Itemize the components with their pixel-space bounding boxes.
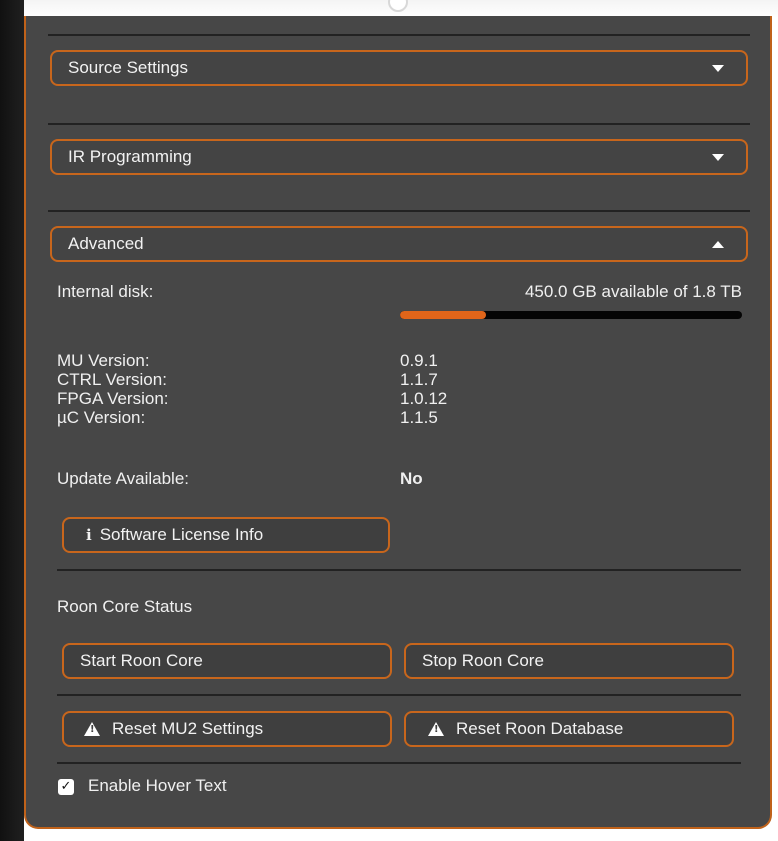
version-label: FPGA Version: [57,389,169,408]
disk-summary: 450.0 GB available of 1.8 TB [524,282,742,301]
disk-usage-bar [400,311,742,319]
divider [48,210,750,212]
hover-text-label[interactable]: Enable Hover Text [88,776,227,796]
update-label: Update Available: [57,469,190,488]
version-label: MU Version: [57,351,150,370]
advanced-toggle[interactable]: Advanced [50,226,748,262]
version-value: 1.1.7 [400,370,438,389]
version-value: 0.9.1 [400,351,438,370]
hover-text-checkbox[interactable]: ✓ [58,779,74,795]
version-value: 1.1.5 [400,408,438,427]
roon-status-heading: Roon Core Status [57,597,193,616]
section-label: Source Settings [68,58,189,77]
disk-label: Internal disk: [57,282,154,301]
chevron-down-icon [712,64,724,72]
info-icon: i [86,526,92,544]
button-label: Start Roon Core [80,651,203,670]
divider [57,694,741,696]
chevron-up-icon [712,240,724,248]
divider [48,123,750,125]
button-label: Software License Info [99,525,264,544]
warning-icon [428,722,444,736]
divider [48,34,750,36]
warning-icon [84,722,100,736]
disk-usage-fill [400,311,486,319]
check-icon: ✓ [60,779,72,794]
ir-programming-toggle[interactable]: IR Programming [50,139,748,175]
section-label: IR Programming [68,147,192,166]
divider [57,569,741,571]
software-license-button[interactable]: i Software License Info [62,517,390,553]
button-label: Reset MU2 Settings [112,719,264,738]
update-value: No [400,469,423,488]
version-label: CTRL Version: [57,370,167,389]
left-edge [0,0,24,841]
source-settings-toggle[interactable]: Source Settings [50,50,748,86]
reset-mu2-settings-button[interactable]: Reset MU2 Settings [62,711,392,747]
start-roon-core-button[interactable]: Start Roon Core [62,643,392,679]
button-label: Reset Roon Database [456,719,624,738]
section-label: Advanced [68,234,144,253]
stop-roon-core-button[interactable]: Stop Roon Core [404,643,734,679]
version-value: 1.0.12 [400,389,448,408]
divider [57,762,741,764]
button-label: Stop Roon Core [422,651,544,670]
chevron-down-icon [712,153,724,161]
reset-roon-database-button[interactable]: Reset Roon Database [404,711,734,747]
version-label: µC Version: [57,408,146,427]
